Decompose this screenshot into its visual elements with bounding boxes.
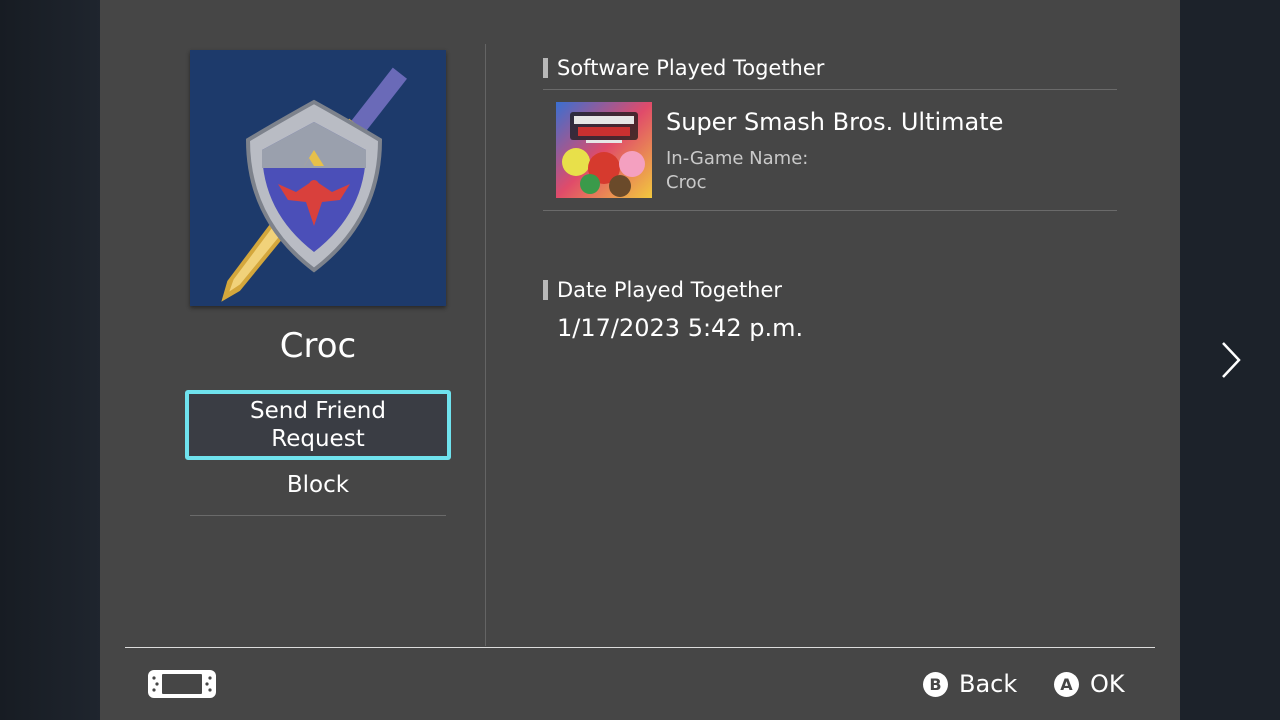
divider — [543, 210, 1117, 211]
user-avatar — [190, 50, 446, 306]
footer-divider — [125, 647, 1155, 648]
send-friend-request-button[interactable]: Send Friend Request — [185, 390, 451, 460]
date-section-heading: Date Played Together — [543, 278, 783, 302]
send-friend-request-label: Send Friend Request — [250, 398, 386, 452]
game-thumbnail — [556, 102, 652, 198]
section-marker — [543, 58, 548, 78]
user-detail-panel: Croc Send Friend Request Block Software … — [100, 0, 1180, 720]
ok-button[interactable]: A OK — [1054, 670, 1125, 698]
column-divider — [485, 44, 486, 646]
back-label: Back — [959, 670, 1018, 698]
game-title: Super Smash Bros. Ultimate — [666, 108, 1004, 136]
in-game-name-value: Croc — [666, 172, 707, 193]
in-game-name-label: In-Game Name: — [666, 148, 809, 169]
a-button-icon: A — [1054, 671, 1079, 697]
block-button[interactable]: Block — [190, 466, 446, 516]
ok-label: OK — [1090, 670, 1125, 698]
back-button[interactable]: B Back — [923, 670, 1017, 698]
chevron-right-icon[interactable] — [1218, 340, 1244, 380]
software-section-title: Software Played Together — [557, 56, 825, 80]
date-section-title: Date Played Together — [557, 278, 783, 302]
console-icon — [147, 669, 217, 699]
super-smash-bros-ultimate-cover-icon — [556, 102, 652, 198]
section-marker — [543, 280, 548, 300]
date-played-value: 1/17/2023 5:42 p.m. — [557, 314, 804, 342]
user-name: Croc — [279, 326, 357, 366]
game-list-item[interactable]: Super Smash Bros. Ultimate In-Game Name:… — [543, 90, 1117, 210]
software-section-heading: Software Played Together — [543, 56, 825, 80]
b-button-icon: B — [923, 671, 948, 697]
hylian-shield-icon — [190, 50, 446, 306]
